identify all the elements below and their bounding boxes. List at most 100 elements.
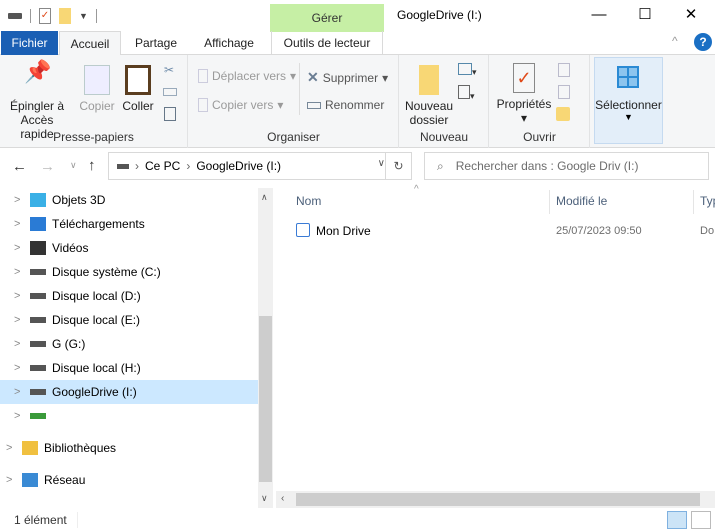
nav-item-label: Disque local (E:) xyxy=(52,313,141,327)
expand-chevron-icon[interactable]: > xyxy=(14,218,30,230)
properties-button[interactable]: ✓ Propriétés ▾ xyxy=(496,63,552,125)
column-header-modified[interactable]: Modifié le xyxy=(556,194,607,208)
new-item-button[interactable]: ▾ xyxy=(458,63,477,78)
nav-item[interactable]: > Réseau xyxy=(0,468,258,492)
breadcrumb-googledrive[interactable]: GoogleDrive (I:) xyxy=(196,159,281,173)
nav-item-icon xyxy=(30,413,46,419)
tab-partage[interactable]: Partage xyxy=(126,31,186,55)
copy-button[interactable]: Copier xyxy=(78,65,116,113)
expand-chevron-icon[interactable]: > xyxy=(14,266,30,278)
group-nouveau: Nouveau dossier ▾ ▾ Nouveau xyxy=(400,55,489,148)
expand-chevron-icon[interactable]: > xyxy=(14,410,30,422)
up-button[interactable]: ↑ xyxy=(88,157,96,174)
expand-chevron-icon[interactable]: > xyxy=(14,290,30,302)
close-button[interactable]: ✕ xyxy=(668,0,714,30)
nav-item[interactable]: > Disque local (D:) xyxy=(0,284,258,308)
details-view-icon[interactable] xyxy=(667,511,687,529)
back-button[interactable]: ← xyxy=(12,158,27,175)
select-button[interactable]: Sélectionner ▼ xyxy=(594,57,663,144)
nav-item[interactable]: > G (G:) xyxy=(0,332,258,356)
properties-icon: ✓ xyxy=(513,63,535,93)
forward-button[interactable]: → xyxy=(40,158,55,175)
nav-item-icon xyxy=(30,293,46,299)
nav-item[interactable]: > Vidéos xyxy=(0,236,258,260)
drive-icon[interactable] xyxy=(8,13,22,19)
expand-chevron-icon[interactable]: > xyxy=(14,386,30,398)
paste-shortcut-icon[interactable] xyxy=(164,107,176,121)
file-modified: 25/07/2023 09:50 xyxy=(556,225,642,237)
quick-access-toolbar: ✓ ▼ xyxy=(8,8,97,24)
rename-icon xyxy=(307,101,321,109)
nav-item-label: Objets 3D xyxy=(52,193,106,207)
scrollbar-thumb[interactable] xyxy=(259,316,272,482)
group-label: Organiser xyxy=(267,130,320,144)
tab-outils-de-lecteur[interactable]: Outils de lecteur xyxy=(271,31,383,55)
delete-button[interactable]: ✕ Supprimer ▾ xyxy=(307,69,388,86)
search-input[interactable]: ⌕ Rechercher dans : Google Driv (I:) xyxy=(424,152,709,180)
copy-path-icon[interactable] xyxy=(163,88,177,96)
nav-item[interactable]: > xyxy=(0,404,258,428)
help-icon[interactable]: ? xyxy=(694,33,712,51)
column-header-name[interactable]: Nom xyxy=(296,194,321,208)
expand-chevron-icon[interactable]: > xyxy=(6,442,22,454)
minimize-button[interactable]: — xyxy=(576,0,622,30)
nav-item[interactable]: > Bibliothèques xyxy=(0,436,258,460)
recent-dropdown-icon[interactable]: ∨ xyxy=(70,160,77,171)
nav-vertical-scrollbar[interactable]: ∧ ∨ xyxy=(258,188,273,508)
nav-item[interactable]: > Disque local (H:) xyxy=(0,356,258,380)
nav-item-icon xyxy=(22,473,38,487)
history-icon[interactable] xyxy=(556,107,570,121)
new-folder-icon[interactable] xyxy=(59,8,71,24)
column-header-type[interactable]: Typ xyxy=(700,194,715,208)
item-count: 1 élément xyxy=(14,513,67,527)
sort-ascending-icon: ^ xyxy=(414,184,419,195)
scrollbar-thumb[interactable] xyxy=(296,493,700,506)
tab-fichier[interactable]: Fichier xyxy=(1,31,58,55)
collapse-ribbon-icon[interactable]: ^ xyxy=(672,34,678,48)
new-folder-label: Nouveau xyxy=(405,99,454,113)
nav-item-icon xyxy=(22,441,38,455)
nav-item[interactable]: > Téléchargements xyxy=(0,212,258,236)
nav-item-icon xyxy=(30,365,46,371)
group-label: Nouveau xyxy=(419,130,469,144)
rename-button[interactable]: Renommer xyxy=(307,98,384,112)
tab-accueil[interactable]: Accueil xyxy=(59,31,121,56)
file-row[interactable]: Mon Drive 25/07/2023 09:50 Do xyxy=(276,220,715,242)
nav-item-icon xyxy=(30,193,46,207)
open-icon[interactable] xyxy=(558,63,570,77)
new-folder-button[interactable]: Nouveau dossier xyxy=(405,65,453,127)
large-icons-view-icon[interactable] xyxy=(691,511,711,529)
divider xyxy=(30,9,31,23)
refresh-icon[interactable]: ↻ xyxy=(385,153,411,179)
expand-chevron-icon[interactable]: > xyxy=(14,242,30,254)
breadcrumb-ce-pc[interactable]: Ce PC xyxy=(145,159,180,173)
properties-icon[interactable]: ✓ xyxy=(39,8,51,24)
delete-icon: ✕ xyxy=(307,69,319,85)
expand-chevron-icon[interactable]: > xyxy=(6,474,22,486)
maximize-button[interactable]: ☐ xyxy=(622,0,668,30)
move-to-button[interactable]: Déplacer vers ▾ xyxy=(198,69,296,83)
tab-affichage[interactable]: Affichage xyxy=(196,31,262,55)
expand-chevron-icon[interactable]: > xyxy=(14,362,30,374)
content-horizontal-scrollbar[interactable]: ‹ xyxy=(276,491,715,508)
easy-access-icon xyxy=(458,85,470,99)
edit-icon[interactable] xyxy=(558,85,570,99)
move-label: Déplacer vers xyxy=(212,69,287,83)
copy-to-button[interactable]: Copier vers ▾ xyxy=(198,98,283,112)
nav-item-icon xyxy=(30,341,46,347)
file-type: Do xyxy=(700,225,715,237)
nav-item[interactable]: > GoogleDrive (I:) xyxy=(0,380,258,404)
nav-item[interactable]: > Disque local (E:) xyxy=(0,308,258,332)
expand-chevron-icon[interactable]: > xyxy=(14,338,30,350)
easy-access-button[interactable]: ▾ xyxy=(458,85,475,102)
address-bar[interactable]: › Ce PC › GoogleDrive (I:) ∨ ↻ xyxy=(108,152,412,180)
paste-button[interactable]: Coller xyxy=(120,65,156,113)
expand-chevron-icon[interactable]: > xyxy=(14,314,30,326)
nav-item[interactable]: > Disque système (C:) xyxy=(0,260,258,284)
address-dropdown-icon[interactable]: ∨ xyxy=(378,158,385,169)
cut-icon[interactable]: ✂ xyxy=(164,63,174,77)
customize-dropdown-icon[interactable]: ▼ xyxy=(79,11,88,21)
copy-label: Copier xyxy=(79,99,115,113)
nav-item[interactable]: > Objets 3D xyxy=(0,188,258,212)
expand-chevron-icon[interactable]: > xyxy=(14,194,30,206)
